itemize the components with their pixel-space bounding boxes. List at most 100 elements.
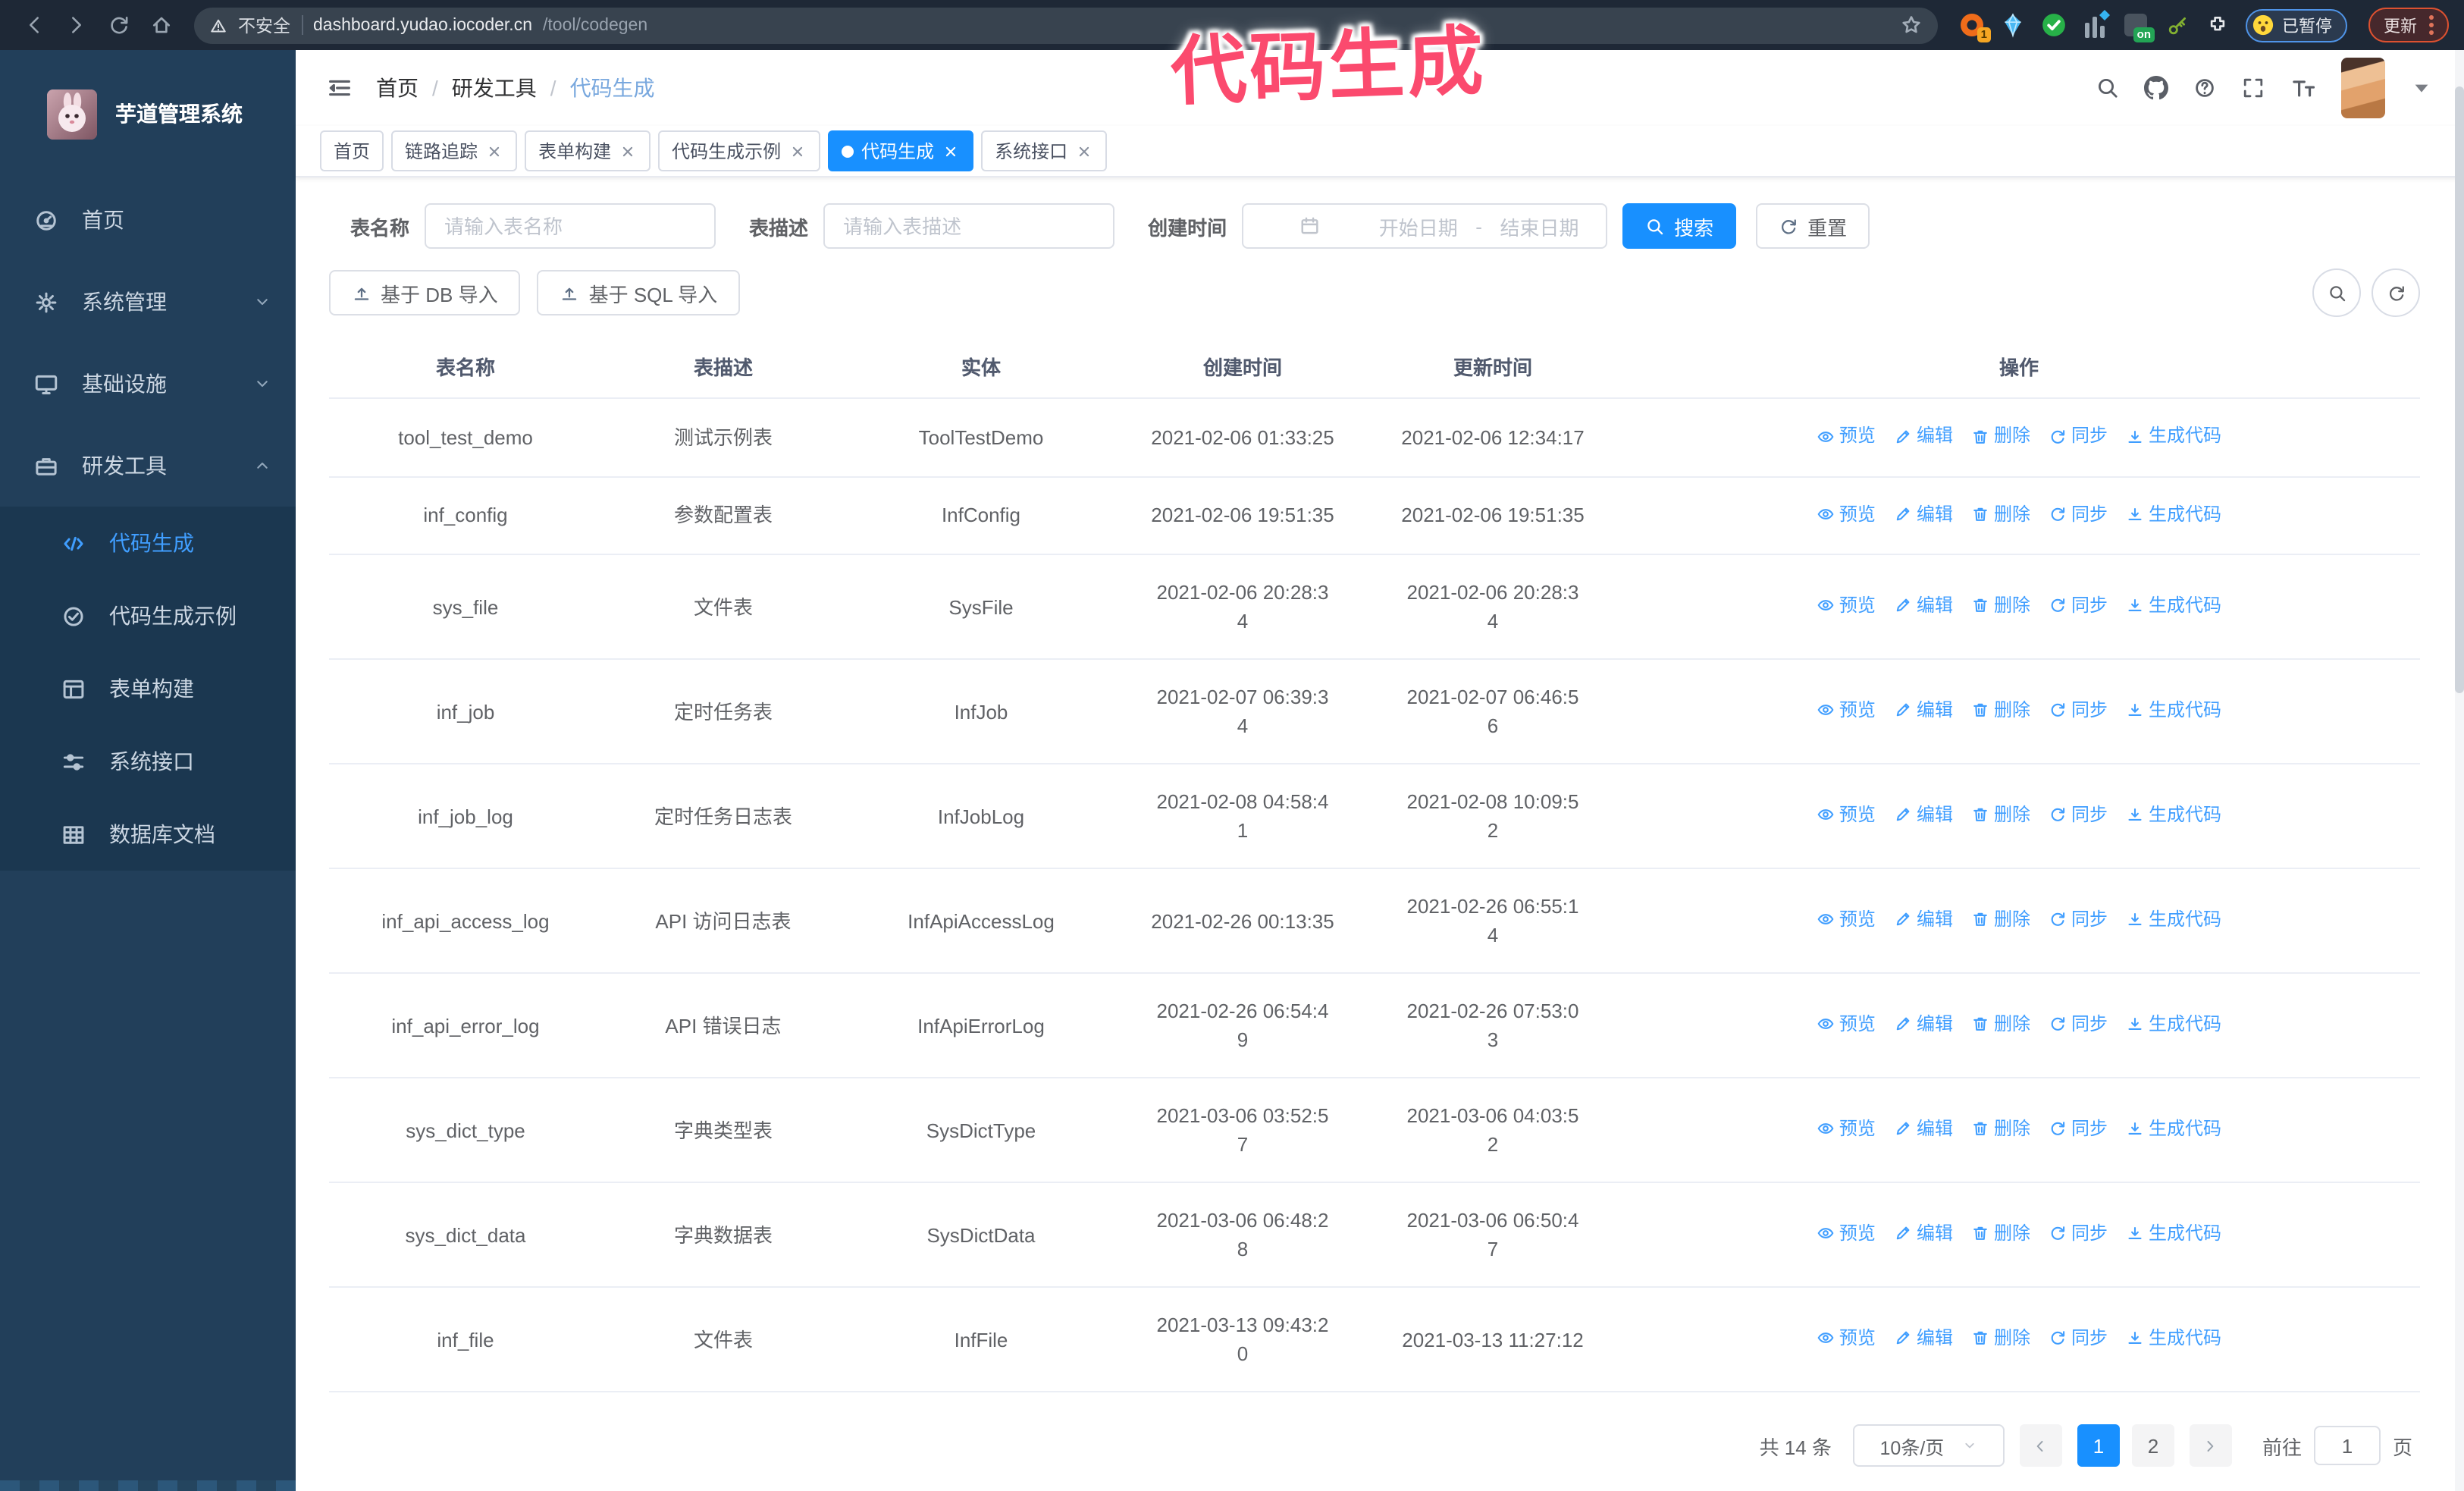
close-icon[interactable]	[788, 142, 807, 160]
action-同步[interactable]: 同步	[2049, 592, 2108, 620]
chevron-down-icon[interactable]	[2409, 76, 2434, 100]
tab-首页[interactable]: 首页	[320, 130, 384, 171]
action-编辑[interactable]: 编辑	[1894, 500, 1953, 529]
tab-代码生成[interactable]: 代码生成	[828, 130, 974, 171]
action-生成代码[interactable]: 生成代码	[2126, 592, 2221, 620]
import-sql-button[interactable]: 基于 SQL 导入	[537, 270, 741, 315]
action-删除[interactable]: 删除	[1971, 906, 2030, 934]
date-range-picker[interactable]: 开始日期 - 结束日期	[1242, 203, 1608, 249]
extension-key-icon[interactable]	[2164, 12, 2190, 38]
action-预览[interactable]: 预览	[1817, 500, 1876, 529]
action-删除[interactable]: 删除	[1971, 1115, 2030, 1144]
next-page-button[interactable]	[2189, 1424, 2232, 1467]
action-编辑[interactable]: 编辑	[1894, 1219, 1953, 1248]
action-生成代码[interactable]: 生成代码	[2126, 1324, 2221, 1353]
action-生成代码[interactable]: 生成代码	[2126, 1115, 2221, 1144]
toggle-search-button[interactable]	[2312, 268, 2361, 317]
reset-button[interactable]: 重置	[1756, 203, 1870, 249]
browser-update-menu-button[interactable]: 更新	[2368, 8, 2449, 42]
header-search-icon[interactable]	[2096, 76, 2120, 100]
action-编辑[interactable]: 编辑	[1894, 1324, 1953, 1353]
action-同步[interactable]: 同步	[2049, 500, 2108, 529]
font-size-icon[interactable]	[2290, 74, 2317, 102]
app-logo-row[interactable]: 芋道管理系统	[0, 50, 296, 144]
action-预览[interactable]: 预览	[1817, 1115, 1876, 1144]
action-编辑[interactable]: 编辑	[1894, 1115, 1953, 1144]
action-同步[interactable]: 同步	[2049, 906, 2108, 934]
action-生成代码[interactable]: 生成代码	[2126, 906, 2221, 934]
tab-表单构建[interactable]: 表单构建	[525, 130, 651, 171]
action-预览[interactable]: 预览	[1817, 906, 1876, 934]
action-同步[interactable]: 同步	[2049, 1010, 2108, 1039]
action-删除[interactable]: 删除	[1971, 1219, 2030, 1248]
breadcrumb-item[interactable]: 首页	[376, 73, 419, 103]
breadcrumb-item[interactable]: 研发工具	[452, 73, 537, 103]
prev-page-button[interactable]	[2019, 1424, 2062, 1467]
action-删除[interactable]: 删除	[1971, 801, 2030, 830]
sidebar-item-数据库文档[interactable]: 数据库文档	[0, 798, 296, 871]
action-删除[interactable]: 删除	[1971, 696, 2030, 725]
action-同步[interactable]: 同步	[2049, 801, 2108, 830]
refresh-table-button[interactable]	[2372, 268, 2420, 317]
sidebar-item-代码生成示例[interactable]: 代码生成示例	[0, 579, 296, 652]
tab-代码生成示例[interactable]: 代码生成示例	[658, 130, 821, 171]
goto-page-input[interactable]	[2313, 1426, 2381, 1465]
action-生成代码[interactable]: 生成代码	[2126, 500, 2221, 529]
user-avatar[interactable]	[2341, 58, 2385, 118]
action-同步[interactable]: 同步	[2049, 1115, 2108, 1144]
hamburger-icon[interactable]	[326, 74, 353, 102]
action-编辑[interactable]: 编辑	[1894, 1010, 1953, 1039]
action-删除[interactable]: 删除	[1971, 1324, 2030, 1353]
browser-home-button[interactable]	[143, 7, 179, 43]
action-生成代码[interactable]: 生成代码	[2126, 422, 2221, 450]
fullscreen-icon[interactable]	[2241, 76, 2265, 100]
browser-forward-button[interactable]	[58, 7, 94, 43]
table-desc-input[interactable]	[823, 203, 1115, 249]
action-删除[interactable]: 删除	[1971, 1010, 2030, 1039]
close-icon[interactable]	[942, 142, 960, 160]
sidebar-item-基础设施[interactable]: 基础设施	[0, 343, 296, 425]
action-同步[interactable]: 同步	[2049, 1219, 2108, 1248]
import-db-button[interactable]: 基于 DB 导入	[329, 270, 521, 315]
browser-back-button[interactable]	[15, 7, 52, 43]
sidebar-item-研发工具[interactable]: 研发工具	[0, 425, 296, 507]
tab-系统接口[interactable]: 系统接口	[981, 130, 1108, 171]
sidebar-item-代码生成[interactable]: 代码生成	[0, 507, 296, 579]
github-icon[interactable]	[2144, 76, 2168, 100]
action-同步[interactable]: 同步	[2049, 696, 2108, 725]
search-button[interactable]: 搜索	[1622, 203, 1737, 249]
scrollbar-thumb[interactable]	[2455, 86, 2464, 693]
action-编辑[interactable]: 编辑	[1894, 592, 1953, 620]
action-删除[interactable]: 删除	[1971, 500, 2030, 529]
sidebar-item-表单构建[interactable]: 表单构建	[0, 652, 296, 725]
extension-honey-icon[interactable]: 1	[1959, 12, 1991, 42]
window-scrollbar[interactable]	[2455, 50, 2464, 1491]
page-button-2[interactable]: 2	[2131, 1424, 2174, 1467]
action-生成代码[interactable]: 生成代码	[2126, 1219, 2221, 1248]
bookmark-star-icon[interactable]	[1900, 14, 1923, 36]
action-编辑[interactable]: 编辑	[1894, 422, 1953, 450]
extension-charles-icon[interactable]: on	[2123, 12, 2155, 42]
action-编辑[interactable]: 编辑	[1894, 801, 1953, 830]
help-icon[interactable]	[2193, 76, 2217, 100]
action-预览[interactable]: 预览	[1817, 696, 1876, 725]
close-icon[interactable]	[619, 142, 637, 160]
page-size-select[interactable]: 10条/页	[1852, 1424, 2005, 1467]
action-同步[interactable]: 同步	[2049, 1324, 2108, 1353]
action-同步[interactable]: 同步	[2049, 422, 2108, 450]
extension-shield-check-icon[interactable]	[2041, 12, 2067, 38]
action-生成代码[interactable]: 生成代码	[2126, 801, 2221, 830]
action-预览[interactable]: 预览	[1817, 1324, 1876, 1353]
action-预览[interactable]: 预览	[1817, 1010, 1876, 1039]
action-预览[interactable]: 预览	[1817, 1219, 1876, 1248]
tab-链路追踪[interactable]: 链路追踪	[391, 130, 518, 171]
action-预览[interactable]: 预览	[1817, 592, 1876, 620]
extension-gem-icon[interactable]	[2000, 12, 2026, 38]
extension-columns-icon[interactable]	[2082, 10, 2110, 38]
close-icon[interactable]	[1075, 142, 1093, 160]
page-button-1[interactable]: 1	[2077, 1424, 2120, 1467]
recorder-paused-badge[interactable]: 已暂停	[2246, 8, 2347, 42]
action-编辑[interactable]: 编辑	[1894, 906, 1953, 934]
sidebar-item-系统接口[interactable]: 系统接口	[0, 725, 296, 798]
close-icon[interactable]	[485, 142, 503, 160]
